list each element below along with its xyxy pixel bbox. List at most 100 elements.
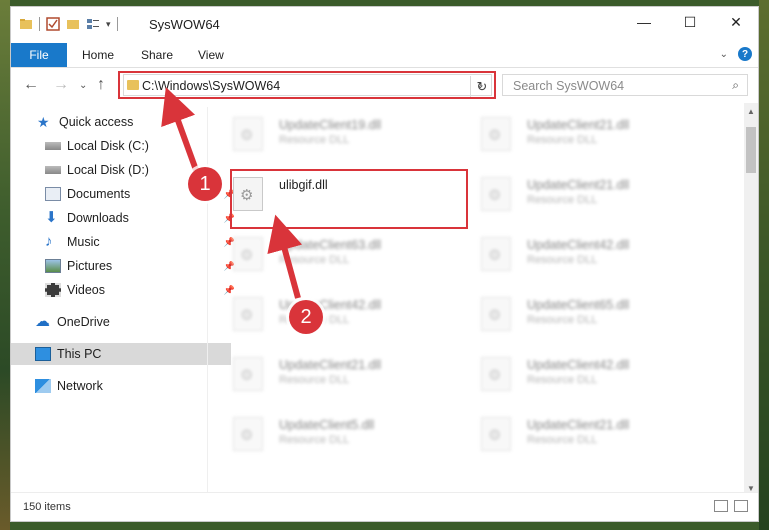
- file-item[interactable]: UpdateClient65.dll Resource DLL: [457, 283, 693, 339]
- cloud-icon: ☁: [35, 313, 50, 330]
- scroll-up-icon[interactable]: ▲: [747, 107, 755, 116]
- file-type: Resource DLL: [279, 254, 350, 266]
- sidebar-item-label: Local Disk (C:): [67, 139, 149, 153]
- download-icon: ⬇: [45, 209, 58, 226]
- view-toggle: [714, 500, 748, 512]
- ribbon-tabs: File Home Share View ⌄ ?: [11, 41, 758, 68]
- file-item[interactable]: UpdateClient42.dll Resource DLL: [209, 283, 445, 339]
- pane-divider: [207, 107, 208, 497]
- search-placeholder: Search SysWOW64: [513, 79, 625, 93]
- sidebar-item-label: Local Disk (D:): [67, 163, 149, 177]
- sidebar-item-onedrive[interactable]: ☁ OneDrive: [11, 311, 231, 333]
- folder-icon[interactable]: [19, 17, 33, 31]
- properties-icon[interactable]: [46, 17, 60, 31]
- toolbar-separator: [39, 17, 40, 31]
- dll-file-icon: [233, 237, 263, 271]
- sidebar-item-label: Downloads: [67, 211, 129, 225]
- scrollbar-thumb[interactable]: [746, 127, 756, 173]
- close-button[interactable]: ✕: [713, 7, 759, 37]
- file-type: Resource DLL: [527, 254, 598, 266]
- file-highlight: [230, 169, 468, 229]
- ribbon-right-controls: ⌄ ?: [720, 47, 752, 61]
- file-name: UpdateClient19.dll: [279, 118, 382, 132]
- expand-ribbon-icon[interactable]: ⌄: [720, 49, 728, 60]
- help-icon[interactable]: ?: [738, 47, 752, 61]
- callout-badge-2: 2: [289, 300, 323, 334]
- file-name: UpdateClient21.dll: [527, 178, 630, 192]
- documents-icon: [45, 187, 61, 201]
- new-folder-icon[interactable]: [66, 17, 80, 31]
- tab-home[interactable]: Home: [82, 48, 114, 62]
- file-type: Resource DLL: [527, 374, 598, 386]
- file-name: UpdateClient63.dll: [279, 238, 382, 252]
- desktop-background-right: [759, 0, 769, 530]
- file-item[interactable]: UpdateClient42.dll Resource DLL: [457, 223, 693, 279]
- music-icon: ♪: [45, 233, 53, 250]
- toolbar-separator: [116, 17, 118, 31]
- back-arrow-icon[interactable]: ←: [23, 76, 39, 94]
- vertical-scrollbar[interactable]: ▲ ▼: [744, 103, 758, 497]
- chevron-down-icon[interactable]: ▾: [106, 19, 111, 30]
- file-list: UpdateClient19.dll Resource DLL UpdateCl…: [209, 103, 744, 497]
- dll-file-icon: [233, 117, 263, 151]
- sidebar-item-label: Network: [57, 379, 103, 393]
- file-name: UpdateClient5.dll: [279, 418, 375, 432]
- large-icons-view-icon[interactable]: [734, 500, 748, 512]
- file-item[interactable]: UpdateClient5.dll Resource DLL: [209, 403, 445, 459]
- dll-file-icon: [481, 417, 511, 451]
- star-icon: ★: [37, 114, 50, 130]
- file-type: Resource DLL: [279, 374, 350, 386]
- dll-file-icon: [481, 357, 511, 391]
- tab-file[interactable]: File: [11, 43, 67, 67]
- window-title: SysWOW64: [149, 17, 220, 32]
- sidebar-item-label: OneDrive: [57, 315, 110, 329]
- search-box[interactable]: Search SysWOW64 ⌕: [502, 74, 748, 96]
- sidebar-item-this-pc[interactable]: This PC: [11, 343, 231, 365]
- dll-file-icon: [481, 117, 511, 151]
- sidebar-item-network[interactable]: Network: [11, 375, 231, 397]
- view-options-icon[interactable]: [86, 17, 100, 31]
- file-name: UpdateClient21.dll: [279, 358, 382, 372]
- drive-icon: [45, 166, 61, 174]
- recent-locations-chevron-icon[interactable]: ⌄: [79, 80, 87, 91]
- sidebar-item-label: Quick access: [59, 115, 134, 129]
- file-item[interactable]: UpdateClient21.dll Resource DLL: [457, 103, 693, 159]
- file-explorer-window: ▾ SysWOW64 — ☐ ✕ File Home Share View ⌄ …: [10, 6, 759, 522]
- file-item[interactable]: UpdateClient19.dll Resource DLL: [209, 103, 445, 159]
- desktop-background-left: [0, 0, 10, 530]
- file-item[interactable]: UpdateClient63.dll Resource DLL: [209, 223, 445, 279]
- item-count: 150 items: [23, 501, 71, 513]
- details-view-icon[interactable]: [714, 500, 728, 512]
- file-type: Resource DLL: [527, 134, 598, 146]
- tab-share[interactable]: Share: [141, 48, 173, 62]
- dll-file-icon: [481, 297, 511, 331]
- dll-file-icon: [481, 237, 511, 271]
- up-arrow-icon[interactable]: ↑: [97, 76, 105, 94]
- minimize-button[interactable]: —: [621, 7, 667, 37]
- sidebar-item-label: Pictures: [67, 259, 113, 273]
- file-type: Resource DLL: [527, 194, 598, 206]
- file-name: UpdateClient42.dll: [527, 358, 630, 372]
- file-type: Resource DLL: [527, 314, 598, 326]
- status-bar: 150 items: [11, 492, 758, 521]
- file-type: Resource DLL: [279, 434, 350, 446]
- title-bar: ▾ SysWOW64 — ☐ ✕: [11, 7, 758, 41]
- sidebar-item-label: This PC: [57, 347, 102, 361]
- file-item[interactable]: UpdateClient21.dll Resource DLL: [457, 403, 693, 459]
- file-item[interactable]: UpdateClient21.dll Resource DLL: [209, 343, 445, 399]
- search-icon[interactable]: ⌕: [732, 78, 739, 93]
- file-type: Resource DLL: [279, 134, 350, 146]
- maximize-button[interactable]: ☐: [667, 7, 713, 37]
- forward-arrow-icon[interactable]: →: [53, 76, 69, 94]
- dll-file-icon: [481, 177, 511, 211]
- sidebar-item-label: Documents: [67, 187, 131, 201]
- quick-access-toolbar: ▾: [19, 17, 118, 31]
- videos-icon: [45, 283, 61, 297]
- file-name: UpdateClient21.dll: [527, 118, 630, 132]
- file-item[interactable]: UpdateClient42.dll Resource DLL: [457, 343, 693, 399]
- file-item[interactable]: UpdateClient21.dll Resource DLL: [457, 163, 693, 219]
- sidebar-item-label: Videos: [67, 283, 105, 297]
- tab-view[interactable]: View: [198, 48, 224, 62]
- address-bar-highlight: [118, 71, 496, 99]
- sidebar-item-quick-access[interactable]: ★ Quick access: [11, 111, 233, 133]
